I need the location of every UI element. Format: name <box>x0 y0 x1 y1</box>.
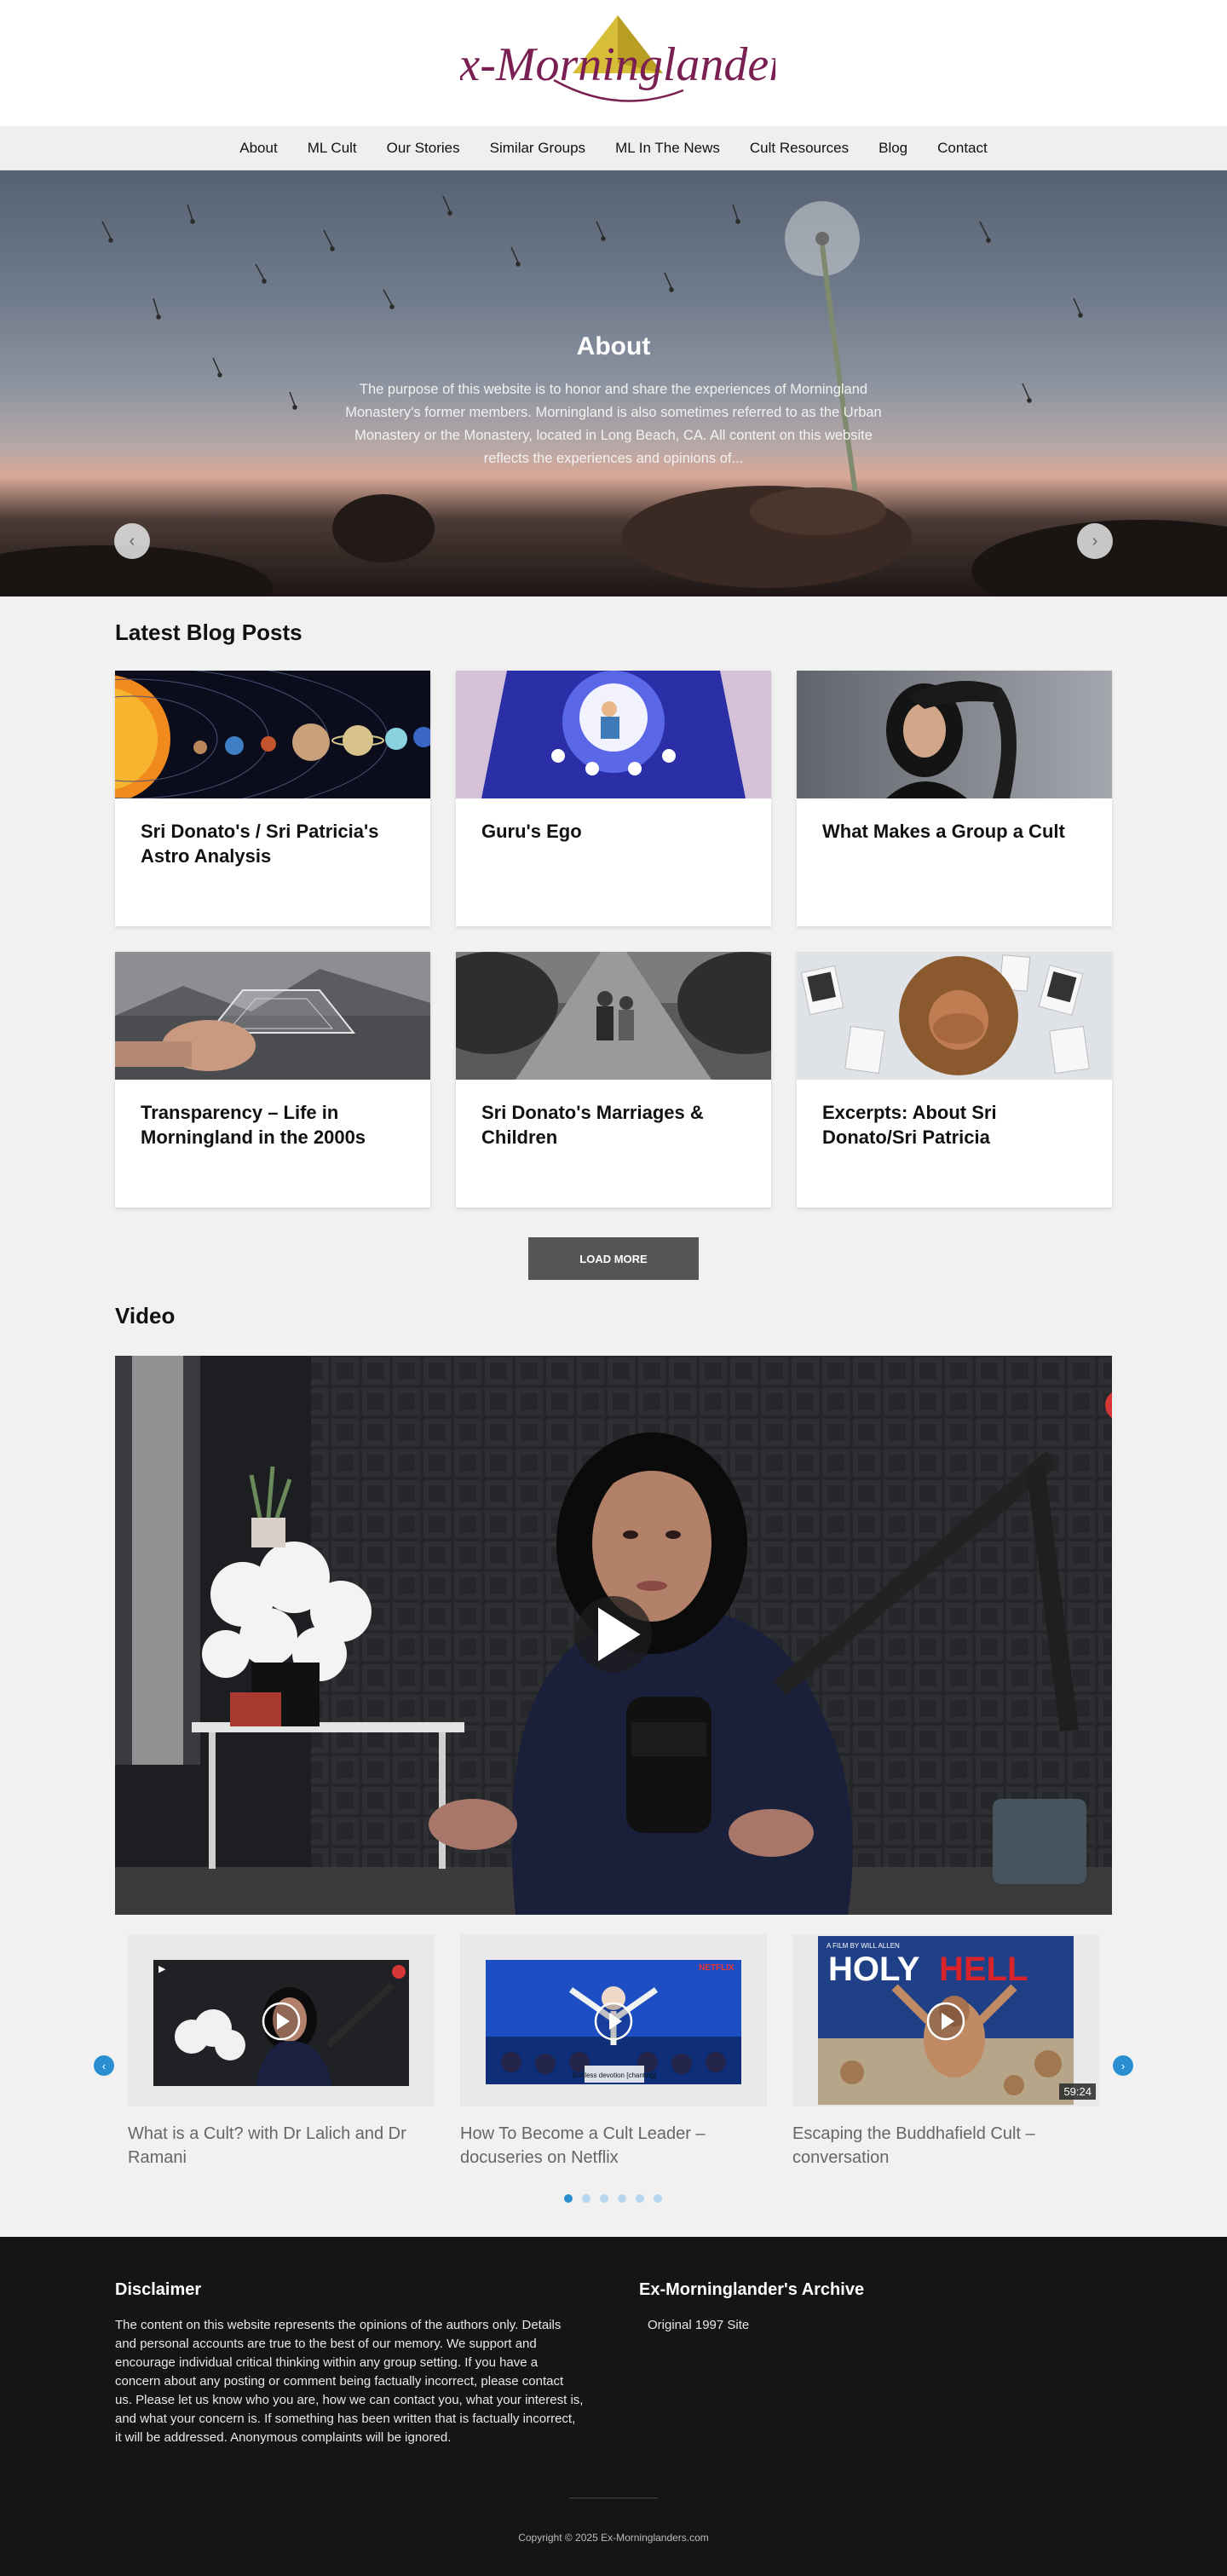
video-thumbnail[interactable]: A FILM BY WILL ALLEN HOLY HELL 59:24 <box>792 1934 1099 2106</box>
video-carousel-prev-button[interactable]: ‹ <box>94 2055 114 2076</box>
hero-title[interactable]: About <box>341 332 886 361</box>
blog-post-card[interactable]: What Makes a Group a Cult <box>797 671 1112 926</box>
site-logo[interactable]: Ex-Morninglanders <box>429 12 806 119</box>
archive-heading: Ex-Morninglander's Archive <box>639 2280 865 2299</box>
film-by-label: A FILM BY WILL ALLEN <box>827 1942 900 1950</box>
hell-text: HELL <box>939 1951 1028 1988</box>
post-title[interactable]: Sri Donato's Marriages & Children <box>456 1080 771 1170</box>
hero-slider: ‹ › About The purpose of this website is… <box>0 170 1227 596</box>
nav-our-stories[interactable]: Our Stories <box>387 140 460 157</box>
hero-excerpt: The purpose of this website is to honor … <box>345 382 882 466</box>
video-item[interactable]: ▶ What is a Cult? with Dr Lalich and Dr … <box>128 1934 435 2170</box>
video-heading: Video <box>115 1303 176 1328</box>
post-thumbnail-children-path[interactable] <box>456 952 771 1080</box>
hero-next-button[interactable]: › <box>1077 523 1113 559</box>
post-title[interactable]: Excerpts: About Sri Donato/Sri Patricia <box>797 1080 1112 1170</box>
video-title[interactable]: What is a Cult? with Dr Lalich and Dr Ra… <box>128 2122 435 2170</box>
post-thumbnail-woman-photos[interactable] <box>797 952 1112 1080</box>
nav-ml-in-the-news[interactable]: ML In The News <box>615 140 720 157</box>
nav-about[interactable]: About <box>239 140 277 157</box>
logo-graphic: Ex-Morninglanders <box>429 15 806 102</box>
logo-text: Ex-Morninglanders <box>460 38 775 91</box>
chevron-right-icon: › <box>1120 2059 1126 2072</box>
play-icon <box>926 2002 965 2041</box>
disclaimer-heading: Disclaimer <box>115 2280 202 2299</box>
carousel-dot[interactable] <box>582 2194 590 2203</box>
svg-text:▶: ▶ <box>158 1964 166 1974</box>
chevron-right-icon: › <box>1092 531 1098 550</box>
carousel-dot[interactable] <box>636 2194 644 2203</box>
post-thumbnail-woman[interactable] <box>797 671 1112 798</box>
blog-posts-grid: Sri Donato's / Sri Patricia's Astro Anal… <box>115 671 1112 1207</box>
nav-contact[interactable]: Contact <box>937 140 988 157</box>
post-thumbnail-glass-prism[interactable] <box>115 952 430 1080</box>
hero-prev-button[interactable]: ‹ <box>114 523 150 559</box>
nav-similar-groups[interactable]: Similar Groups <box>490 140 585 157</box>
blog-post-card[interactable]: Transparency – Life in Morningland in th… <box>115 952 430 1207</box>
caption-label: Endless devotion [chanting] <box>573 2072 656 2079</box>
nav-ml-cult[interactable]: ML Cult <box>308 140 357 157</box>
carousel-dot[interactable] <box>600 2194 608 2203</box>
disclaimer-text: The content on this website represents t… <box>115 2318 584 2445</box>
copyright-text: Copyright © 2025 Ex-Morninglanders.com <box>518 2532 709 2544</box>
post-title[interactable]: What Makes a Group a Cult <box>797 798 1112 864</box>
holy-text: HOLY <box>828 1951 920 1988</box>
blog-post-card[interactable]: Sri Donato's Marriages & Children <box>456 952 771 1207</box>
site-footer: Disclaimer The content on this website r… <box>0 2237 1227 2576</box>
nav-cult-resources[interactable]: Cult Resources <box>750 140 849 157</box>
post-title[interactable]: Transparency – Life in Morningland in th… <box>115 1080 430 1170</box>
main-nav: About ML Cult Our Stories Similar Groups… <box>0 126 1227 170</box>
carousel-dot[interactable] <box>654 2194 662 2203</box>
netflix-label: NETFLIX <box>699 1963 734 1973</box>
video-thumbnail[interactable]: NETFLIX Endless devotion [chanting] <box>460 1934 767 2106</box>
play-icon <box>598 1607 641 1662</box>
play-icon <box>594 2002 633 2041</box>
blog-post-card[interactable]: Guru's Ego <box>456 671 771 926</box>
post-thumbnail-guru[interactable] <box>456 671 771 798</box>
video-carousel: ▶ What is a Cult? with Dr Lalich and Dr … <box>115 1934 1112 2173</box>
play-button[interactable] <box>575 1596 652 1673</box>
blog-post-card[interactable]: Sri Donato's / Sri Patricia's Astro Anal… <box>115 671 430 926</box>
chevron-left-icon: ‹ <box>129 531 135 550</box>
post-thumbnail-solar-system[interactable] <box>115 671 430 798</box>
video-title[interactable]: Escaping the Buddhafield Cult – conversa… <box>792 2122 1099 2170</box>
video-item[interactable]: A FILM BY WILL ALLEN HOLY HELL 59:24 Esc… <box>792 1934 1099 2170</box>
video-item[interactable]: NETFLIX Endless devotion [chanting] How … <box>460 1934 767 2170</box>
carousel-dot[interactable] <box>618 2194 626 2203</box>
post-title[interactable]: Sri Donato's / Sri Patricia's Astro Anal… <box>115 798 430 889</box>
video-player[interactable] <box>115 1356 1112 1915</box>
play-icon <box>262 2002 301 2041</box>
load-more-button[interactable]: LOAD MORE <box>528 1237 699 1280</box>
hero-content: About The purpose of this website is to … <box>341 332 886 470</box>
blog-heading: Latest Blog Posts <box>115 620 302 645</box>
video-thumbnail[interactable]: ▶ <box>128 1934 435 2106</box>
chevron-left-icon: ‹ <box>101 2059 107 2072</box>
archive-link-original-1997-site[interactable]: Original 1997 Site <box>648 2318 749 2332</box>
video-carousel-dots <box>564 2194 662 2203</box>
site-header: Ex-Morninglanders <box>0 0 1227 126</box>
blog-post-card[interactable]: Excerpts: About Sri Donato/Sri Patricia <box>797 952 1112 1207</box>
carousel-dot[interactable] <box>564 2194 573 2203</box>
nav-blog[interactable]: Blog <box>878 140 907 157</box>
video-duration: 59:24 <box>1059 2083 1096 2100</box>
post-title[interactable]: Guru's Ego <box>456 798 771 864</box>
video-carousel-next-button[interactable]: › <box>1113 2055 1133 2076</box>
video-title[interactable]: How To Become a Cult Leader – docuseries… <box>460 2122 767 2170</box>
